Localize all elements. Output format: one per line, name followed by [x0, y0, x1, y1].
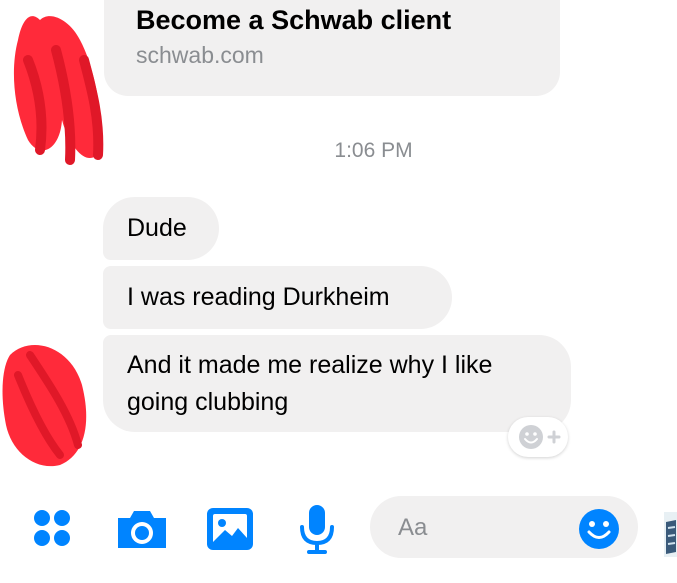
message-text: Dude	[127, 214, 187, 242]
smiley-icon[interactable]	[578, 508, 620, 550]
message-text-line: going clubbing	[127, 388, 289, 416]
message-input-placeholder: Aa	[398, 514, 428, 541]
link-preview-domain: schwab.com	[136, 42, 264, 68]
message-text-line: And it made me realize why I like	[127, 351, 493, 379]
like-thumb-icon[interactable]	[664, 512, 677, 557]
message-text: I was reading Durkheim	[127, 283, 390, 311]
message-timestamp: 1:06 PM	[334, 139, 413, 162]
message-bubble[interactable]: Dude	[103, 197, 219, 260]
microphone-icon[interactable]	[297, 503, 337, 555]
camera-icon[interactable]	[114, 506, 170, 550]
redaction-scribble-bottom	[2, 345, 87, 467]
message-bubble[interactable]: And it made me realize why I like going …	[103, 335, 571, 432]
add-reaction-icon	[519, 425, 561, 449]
like-thumb-icon-shape	[664, 512, 677, 557]
message-bubble[interactable]: I was reading Durkheim	[103, 266, 452, 329]
apps-grid-icon[interactable]	[31, 507, 75, 551]
gallery-icon[interactable]	[205, 506, 255, 552]
link-preview-title: Become a Schwab client	[136, 5, 452, 35]
add-reaction-button[interactable]	[508, 417, 568, 457]
